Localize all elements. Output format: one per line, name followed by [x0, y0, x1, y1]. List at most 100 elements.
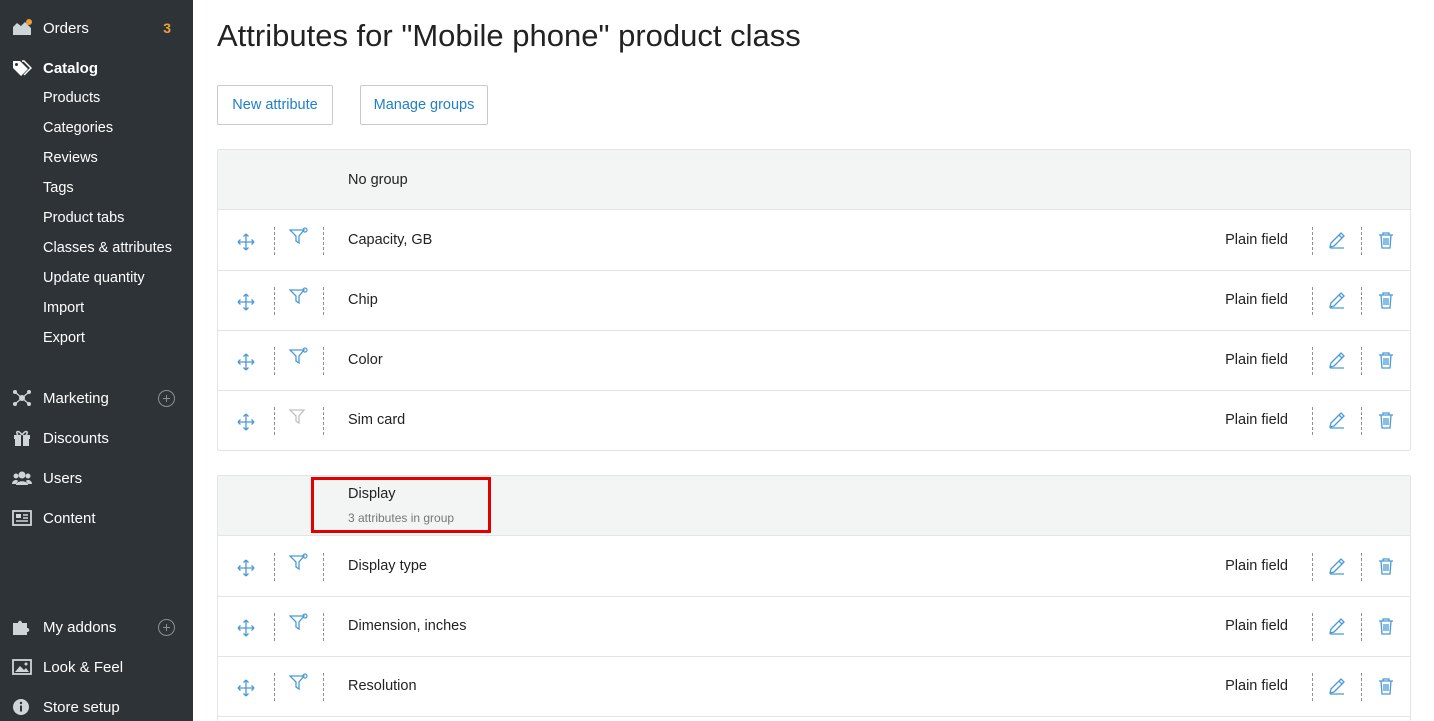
attribute-name: Chip	[348, 292, 378, 308]
sidebar-item-label: My addons	[43, 618, 117, 636]
puzzle-icon	[12, 618, 32, 636]
sidebar-item-store-setup[interactable]: Store setup	[0, 692, 193, 721]
sidebar-subitem-tags[interactable]: Tags	[43, 173, 74, 203]
filter-icon[interactable]	[288, 287, 309, 307]
table-row: Dimension, inches Plain field	[218, 597, 1410, 657]
orders-icon	[12, 19, 32, 37]
divider	[323, 407, 324, 435]
attribute-type: Plain field	[1225, 292, 1288, 308]
divider	[323, 613, 324, 641]
edit-pencil-icon[interactable]	[1328, 291, 1346, 309]
add-marketing-icon[interactable]	[158, 390, 175, 407]
filter-icon[interactable]	[288, 673, 309, 693]
drag-move-icon[interactable]	[237, 353, 255, 371]
group-header: No group	[218, 150, 1410, 210]
attribute-type: Plain field	[1225, 678, 1288, 694]
divider	[1312, 347, 1313, 375]
filter-disabled-icon[interactable]	[288, 407, 309, 427]
page-title: Attributes for "Mobile phone" product cl…	[217, 18, 801, 53]
sidebar-subitem-product-tabs[interactable]: Product tabs	[43, 203, 124, 233]
trash-icon[interactable]	[1378, 291, 1394, 309]
divider	[1361, 553, 1362, 581]
attribute-type: Plain field	[1225, 412, 1288, 428]
sidebar-subitem-categories[interactable]: Categories	[43, 113, 113, 143]
table-row: Color Plain field	[218, 331, 1410, 391]
highlight-box	[311, 477, 491, 533]
trash-icon[interactable]	[1378, 411, 1394, 429]
table-row: Chip Plain field	[218, 271, 1410, 331]
sidebar-item-label: Catalog	[43, 59, 99, 77]
divider	[323, 673, 324, 701]
divider	[1361, 673, 1362, 701]
divider	[1312, 227, 1313, 255]
divider	[323, 347, 324, 375]
sidebar-item-label: Discounts	[43, 429, 109, 447]
attribute-name: Resolution	[348, 678, 417, 694]
sidebar: Orders 3 Catalog Products Categories Rev…	[0, 0, 193, 721]
filter-icon[interactable]	[288, 553, 309, 573]
divider	[323, 287, 324, 315]
sidebar-subitem-reviews[interactable]: Reviews	[43, 143, 98, 173]
sidebar-item-label: Orders	[43, 19, 89, 37]
trash-icon[interactable]	[1378, 351, 1394, 369]
divider	[1361, 407, 1362, 435]
edit-pencil-icon[interactable]	[1328, 617, 1346, 635]
trash-icon[interactable]	[1378, 677, 1394, 695]
orders-count-badge: 3	[163, 20, 171, 36]
attribute-type: Plain field	[1225, 352, 1288, 368]
edit-pencil-icon[interactable]	[1328, 677, 1346, 695]
divider	[274, 613, 275, 641]
divider	[274, 347, 275, 375]
attribute-type: Plain field	[1225, 232, 1288, 248]
sidebar-subitem-classes-attributes[interactable]: Classes & attributes	[43, 233, 172, 263]
divider	[1361, 347, 1362, 375]
sidebar-item-my-addons[interactable]: My addons	[0, 612, 193, 642]
edit-pencil-icon[interactable]	[1328, 557, 1346, 575]
filter-icon[interactable]	[288, 613, 309, 633]
attribute-name: Color	[348, 352, 383, 368]
filter-icon[interactable]	[288, 227, 309, 247]
divider	[323, 227, 324, 255]
trash-icon[interactable]	[1378, 617, 1394, 635]
sidebar-item-catalog[interactable]: Catalog	[0, 53, 193, 83]
sidebar-item-marketing[interactable]: Marketing	[0, 383, 193, 413]
sidebar-subitem-products[interactable]: Products	[43, 83, 100, 113]
filter-icon[interactable]	[288, 347, 309, 367]
drag-move-icon[interactable]	[237, 233, 255, 251]
sidebar-item-content[interactable]: Content	[0, 503, 193, 533]
drag-move-icon[interactable]	[237, 293, 255, 311]
drag-move-icon[interactable]	[237, 413, 255, 431]
divider	[1312, 287, 1313, 315]
sidebar-item-orders[interactable]: Orders 3	[0, 13, 193, 43]
attribute-name: Capacity, GB	[348, 232, 433, 248]
info-icon	[12, 698, 32, 716]
sidebar-item-users[interactable]: Users	[0, 463, 193, 493]
network-icon	[12, 389, 32, 407]
trash-icon[interactable]	[1378, 557, 1394, 575]
divider	[1361, 227, 1362, 255]
table-row: Display type Plain field	[218, 537, 1410, 597]
edit-pencil-icon[interactable]	[1328, 411, 1346, 429]
divider	[274, 673, 275, 701]
new-attribute-button[interactable]: New attribute	[217, 85, 333, 125]
edit-pencil-icon[interactable]	[1328, 231, 1346, 249]
divider	[1312, 613, 1313, 641]
users-icon	[12, 469, 32, 487]
drag-move-icon[interactable]	[237, 559, 255, 577]
sidebar-item-discounts[interactable]: Discounts	[0, 423, 193, 453]
sidebar-item-look-feel[interactable]: Look & Feel	[0, 652, 193, 682]
sidebar-subitem-export[interactable]: Export	[43, 323, 85, 353]
divider	[274, 287, 275, 315]
divider	[274, 553, 275, 581]
drag-move-icon[interactable]	[237, 619, 255, 637]
edit-pencil-icon[interactable]	[1328, 351, 1346, 369]
manage-groups-button[interactable]: Manage groups	[360, 85, 488, 125]
add-addon-icon[interactable]	[158, 619, 175, 636]
drag-move-icon[interactable]	[237, 679, 255, 697]
sidebar-subitem-update-quantity[interactable]: Update quantity	[43, 263, 145, 293]
divider	[1312, 673, 1313, 701]
attribute-name: Display type	[348, 558, 427, 574]
tags-icon	[12, 59, 33, 77]
trash-icon[interactable]	[1378, 231, 1394, 249]
sidebar-subitem-import[interactable]: Import	[43, 293, 84, 323]
